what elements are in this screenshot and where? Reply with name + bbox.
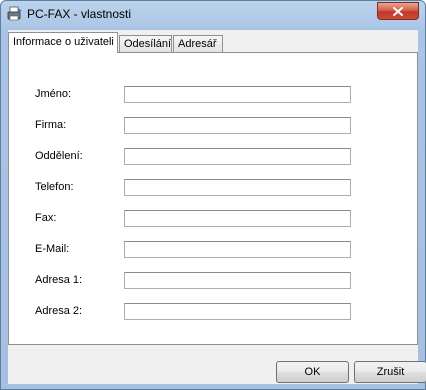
fax-field[interactable] xyxy=(124,210,351,227)
close-icon xyxy=(393,6,403,16)
title-bar[interactable]: PC-FAX - vlastnosti xyxy=(1,1,425,27)
fax-label: Fax: xyxy=(35,212,57,224)
email-field[interactable] xyxy=(124,241,351,258)
address1-label: Adresa 1: xyxy=(35,274,83,286)
tab-user-info[interactable]: Informace o uživateli xyxy=(8,32,118,53)
email-label: E-Mail: xyxy=(35,243,70,255)
tab-address-book[interactable]: Adresář xyxy=(173,35,223,52)
tab-strip: Informace o uživateli Odesílání Adresář xyxy=(8,30,418,53)
department-field[interactable] xyxy=(124,148,351,165)
phone-field[interactable] xyxy=(124,179,351,196)
name-label: Jméno: xyxy=(35,88,72,100)
dialog-client-area: Informace o uživateli Odesílání Adresář … xyxy=(8,30,426,384)
address1-field[interactable] xyxy=(124,272,351,289)
department-label: Oddělení: xyxy=(35,150,83,162)
address2-field[interactable] xyxy=(124,303,351,320)
fax-printer-icon xyxy=(7,6,23,22)
tab-sending[interactable]: Odesílání xyxy=(119,35,172,52)
user-info-panel: Jméno: Firma: Oddělení: Telefon: Fax: E-… xyxy=(8,52,418,345)
cancel-button[interactable]: Zrušit xyxy=(354,361,426,383)
phone-label: Telefon: xyxy=(35,181,74,193)
window-title: PC-FAX - vlastnosti xyxy=(27,7,132,21)
address2-label: Adresa 2: xyxy=(35,305,83,317)
company-field[interactable] xyxy=(124,117,351,134)
close-button[interactable] xyxy=(377,2,419,20)
name-field[interactable] xyxy=(124,86,351,103)
properties-window: PC-FAX - vlastnosti Informace o uživatel… xyxy=(0,0,426,390)
company-label: Firma: xyxy=(35,119,67,131)
ok-button[interactable]: OK xyxy=(276,361,349,383)
